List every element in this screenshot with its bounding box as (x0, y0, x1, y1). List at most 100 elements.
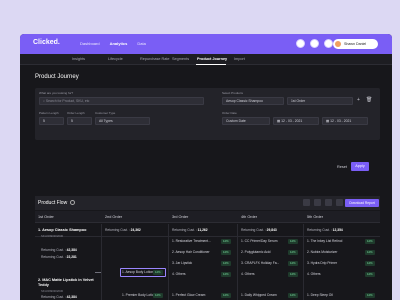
info-icon[interactable] (70, 200, 75, 205)
pattern-length-label: Pattern Length (39, 111, 59, 115)
tab-import[interactable]: Import (234, 57, 245, 61)
flow-item-name: 2. Polyglutamic Acid (241, 250, 271, 254)
flow-item-percent: 12% (221, 239, 231, 244)
flow-item-percent: 12% (365, 250, 375, 255)
nav-data[interactable]: Data (137, 41, 145, 46)
order-length-value: 5 (71, 119, 73, 123)
filter-panel: What are you looking for? ⌕ Search for P… (35, 88, 380, 140)
order-columns-header: 1st Order 2nd Order 3rd Order 4th Order … (35, 211, 380, 223)
settings-icon[interactable] (310, 39, 319, 48)
flow-item-name: 1. Deep Sleep Oil (307, 293, 333, 297)
order-length-label: Order Length (67, 111, 85, 115)
col2-returning: Returning Cust. : 24,362 (105, 228, 141, 232)
customer-type-select[interactable]: All Types (95, 117, 150, 125)
row-divider (35, 236, 380, 237)
flow-item-name: 2. Aesop Hair Conditioner (172, 250, 210, 254)
flow-item-percent: 12% (288, 272, 298, 277)
reset-button[interactable]: Reset (337, 165, 347, 169)
add-icon[interactable]: + (357, 97, 360, 103)
order-length-select[interactable]: 5 (67, 117, 92, 125)
product-flow-header: Product Flow Download Report (35, 196, 380, 210)
flow-item-name: 4. Others (172, 272, 186, 276)
flow-item-percent: 12% (221, 272, 231, 277)
order-select[interactable]: 1st Order (287, 97, 353, 105)
product-sku: SKU/2990302030 (41, 289, 64, 293)
date-from-input[interactable]: ▦ 12 - 03 - 2021 (273, 117, 319, 125)
returning-customers: Returning Cust. : 42,384 (41, 295, 77, 299)
tab-repurchase-rate[interactable]: Repurchase Rate (140, 57, 170, 61)
download-report-button[interactable]: Download Report (345, 199, 379, 207)
notification-icon[interactable] (324, 39, 333, 48)
nav-analytics[interactable]: Analytics (110, 41, 128, 46)
flow-item-percent: 12% (365, 293, 375, 298)
flow-item-percent: 12% (153, 270, 163, 275)
flow-item-percent: 12% (221, 293, 231, 298)
col3-returning: Returning Cust. : 11,262 (172, 228, 208, 232)
product-select[interactable]: Aesop Classic Shampoo (222, 97, 284, 105)
flow-item-name: 4. Others (307, 272, 321, 276)
grid-view-icon[interactable] (303, 199, 310, 206)
flow-item-percent: 12% (221, 250, 231, 255)
search-input[interactable]: ⌕ Search for Product, SKU, etc (39, 97, 204, 105)
flow-item-percent: 12% (288, 293, 298, 298)
customer-type-value: All Types (99, 119, 113, 123)
pattern-length-select[interactable]: 5 (39, 117, 64, 125)
user-menu[interactable]: Shawn Daniel (333, 39, 378, 49)
flow-item-percent: 12% (288, 239, 298, 244)
apply-button[interactable]: Apply (351, 162, 369, 171)
flow-item-percent: 12% (221, 261, 231, 266)
product-sku: SKU/2990302030 (41, 234, 64, 238)
flow-item-name: 1. CC Primer/Day Serum (241, 239, 278, 243)
tab-segments[interactable]: Segments (172, 57, 189, 61)
search-placeholder: Search for Product, SKU, etc (45, 99, 90, 103)
flow-item-percent: 12% (153, 293, 163, 298)
product-name: 1. Aesop Classic Shampoo (38, 228, 87, 232)
order-date-label: Order Date (222, 111, 237, 115)
view-tools (303, 199, 343, 206)
tab-insights[interactable]: Insights (72, 57, 85, 61)
column-2nd-order: 2nd Order (105, 215, 123, 219)
main-nav: Dashboard Analytics Data (80, 41, 146, 46)
order-select-value: 1st Order (291, 99, 306, 103)
list-view-icon[interactable] (314, 199, 321, 206)
avatar (335, 41, 341, 47)
delete-icon[interactable]: 🗑 (366, 97, 372, 103)
search-label: What are you looking for? (39, 91, 74, 95)
flow-connector (95, 272, 101, 273)
flow-item-name: 1. Premier Body Lotion (122, 293, 156, 297)
returning-customers: Returning Cust. : 42,384 (41, 248, 77, 252)
flow-item-name: 1. Perfect Glow Cream (172, 293, 206, 297)
share-icon[interactable] (325, 199, 332, 206)
more-icon[interactable] (336, 199, 343, 206)
flow-item-percent: 12% (365, 272, 375, 277)
select-products-label: Select Products (222, 91, 244, 95)
tab-lifecycle[interactable]: Lifecycle (108, 57, 123, 61)
product-select-value: Aesop Classic Shampoo (226, 99, 263, 103)
app-window: Clicked. Dashboard Analytics Data Shawn … (20, 34, 392, 300)
product-name: 2. MAC Matte Lipstick in Velvet Teddy (38, 278, 94, 287)
help-icon[interactable] (296, 39, 305, 48)
pattern-length-value: 5 (43, 119, 45, 123)
tab-product-journey[interactable]: Product Journey (197, 57, 227, 61)
order-date-select[interactable]: Custom Date (222, 117, 270, 125)
column-4th-order: 4th Order (241, 215, 258, 219)
date-to-input[interactable]: ▦ 12 - 03 - 2021 (322, 117, 368, 125)
product-flow-grid: 1. Aesop Classic Shampoo SKU/2990302030 … (35, 224, 380, 300)
app-logo: Clicked. (33, 39, 60, 46)
flow-item-name: 3. CRAPLFX Holiday Fa... (241, 261, 280, 265)
column-1st-order: 1st Order (38, 215, 54, 219)
flow-item-percent: 12% (365, 261, 375, 266)
flow-item-name: 4. Others (241, 272, 255, 276)
customer-type-label: Customer Type (95, 111, 116, 115)
flow-item-name: 1. Restorative Treatment... (172, 239, 211, 243)
flow-item-name: 1. Daily Whipped Cream (241, 293, 277, 297)
date-from-value: 12 - 03 - 2021 (281, 119, 303, 123)
nav-dashboard[interactable]: Dashboard (80, 41, 100, 46)
column-5th-order: 5th Order (307, 215, 324, 219)
flow-item-name: 3. Hydra Drip Primer (307, 261, 338, 265)
column-3rd-order: 3rd Order (172, 215, 189, 219)
flow-item-percent: 12% (288, 250, 298, 255)
product-flow-title: Product Flow (38, 200, 68, 206)
col4-returning: Returning Cust. : 29,843 (241, 228, 277, 232)
order-date-value: Custom Date (226, 119, 246, 123)
